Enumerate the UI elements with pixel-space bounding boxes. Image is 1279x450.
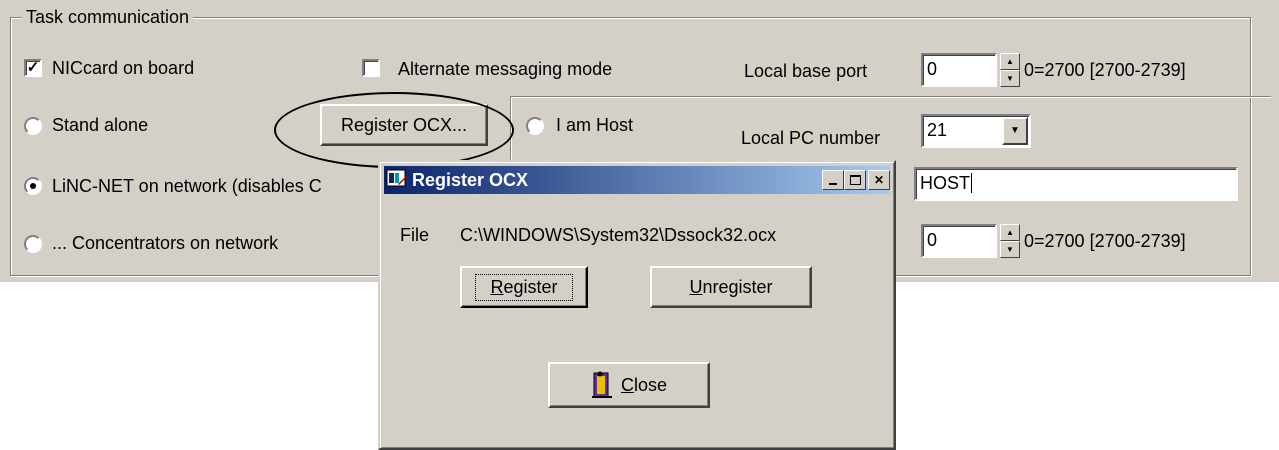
host-name-value: HOST	[920, 173, 971, 193]
dialog-titlebar[interactable]: Register OCX ✕	[384, 166, 890, 194]
group-title: Task communication	[22, 4, 194, 30]
local-base-port-label: Local base port	[744, 61, 868, 81]
stand-alone-radio[interactable]	[24, 117, 42, 135]
nic-card-checkbox[interactable]: ✓	[24, 59, 42, 77]
nic-card-label: NICcard on board	[52, 58, 195, 78]
spin-down-icon[interactable]: ▼	[1000, 241, 1020, 258]
local-pc-number-label: Local PC number	[741, 128, 881, 148]
door-icon	[591, 371, 613, 399]
checkmark-icon: ✓	[26, 59, 40, 76]
port2-input[interactable]: 0	[921, 224, 997, 258]
i-am-host-label: I am Host	[556, 115, 634, 135]
app-icon	[386, 168, 408, 190]
local-base-port-spinner[interactable]: ▲ ▼	[1000, 53, 1020, 87]
port2-hint: 0=2700 [2700-2739]	[1024, 231, 1186, 251]
spin-up-icon[interactable]: ▲	[1000, 53, 1020, 70]
dialog-title: Register OCX	[412, 170, 529, 190]
alt-messaging-label: Alternate messaging mode	[398, 59, 613, 79]
local-pc-number-select[interactable]: 21 ▼	[921, 114, 1031, 148]
spin-up-icon[interactable]: ▲	[1000, 224, 1020, 241]
i-am-host-radio[interactable]	[526, 117, 544, 135]
file-label: File	[400, 225, 430, 245]
register-ocx-dialog: Register OCX ✕ File C:\WINDOWS\System32\…	[378, 160, 896, 450]
text-cursor	[971, 173, 973, 193]
unregister-button[interactable]: Unregister	[650, 266, 812, 308]
highlight-ellipse	[274, 92, 514, 168]
concentrators-radio[interactable]	[24, 235, 42, 253]
alt-messaging-checkbox[interactable]	[362, 59, 380, 77]
concentrators-label: ... Concentrators on network	[52, 233, 279, 253]
close-label: Close	[620, 374, 668, 395]
local-base-port-input[interactable]: 0	[921, 53, 997, 87]
register-label: Register	[475, 273, 573, 301]
local-pc-number-value: 21	[927, 120, 948, 140]
maximize-icon[interactable]	[844, 170, 866, 190]
file-path: C:\WINDOWS\System32\Dssock32.ocx	[460, 225, 777, 245]
minimize-icon[interactable]	[822, 170, 844, 190]
close-icon[interactable]: ✕	[868, 170, 890, 190]
linc-net-radio[interactable]	[24, 177, 42, 195]
chevron-down-icon[interactable]: ▼	[1002, 117, 1028, 145]
radio-dot-icon	[30, 183, 36, 189]
host-name-input[interactable]: HOST	[914, 167, 1238, 201]
close-button[interactable]: Close	[548, 362, 710, 408]
stand-alone-label: Stand alone	[52, 115, 149, 135]
register-button[interactable]: Register	[460, 266, 588, 308]
port2-spinner[interactable]: ▲ ▼	[1000, 224, 1020, 258]
spin-down-icon[interactable]: ▼	[1000, 70, 1020, 87]
local-base-port-hint: 0=2700 [2700-2739]	[1024, 60, 1186, 80]
unregister-label: Unregister	[689, 276, 773, 297]
linc-net-label: LiNC-NET on network (disables C	[52, 176, 322, 196]
